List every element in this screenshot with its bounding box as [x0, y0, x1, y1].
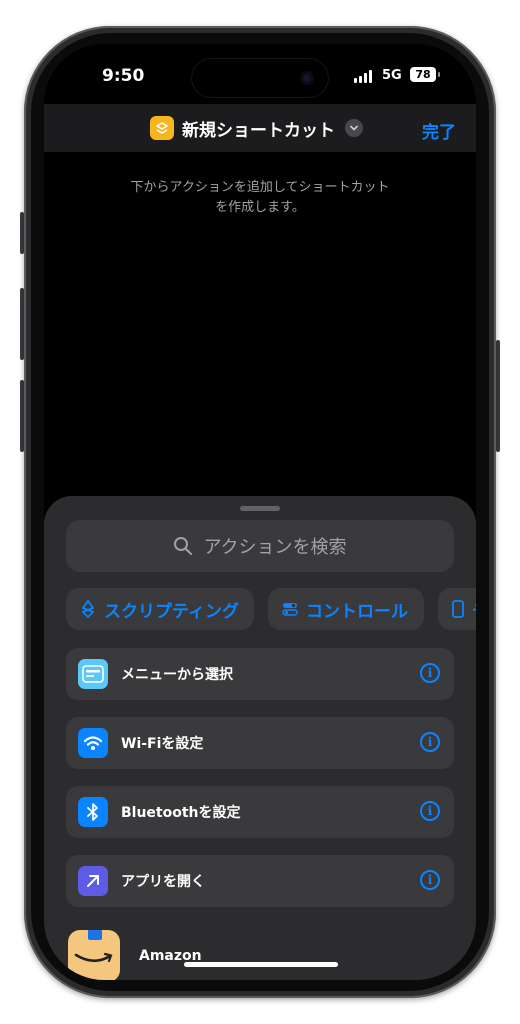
phone-device-icon	[452, 600, 464, 618]
battery-level: 78	[415, 68, 431, 81]
nav-bar: 新規ショートカット 完了	[44, 104, 476, 152]
page-title: 新規ショートカット	[182, 120, 335, 141]
info-icon[interactable]: i	[420, 663, 440, 683]
status-bar: 9:50 5G 78	[44, 44, 476, 104]
open-app-arrow-icon	[78, 866, 108, 896]
menu-list-icon	[78, 659, 108, 689]
hint-line-1: 下からアクションを追加してショートカット	[130, 180, 390, 195]
screen: 9:50 5G 78 新規ショートカット 完了 下からアクションを追加してショー…	[44, 44, 476, 980]
search-input[interactable]: アクションを検索	[66, 520, 454, 572]
action-label: アプリを開く	[121, 874, 205, 890]
sheet-grabber[interactable]	[240, 506, 280, 511]
search-placeholder: アクションを検索	[203, 537, 347, 558]
action-label: Wi-Fiを設定	[121, 736, 204, 752]
signal-icon	[354, 70, 376, 83]
home-indicator[interactable]	[184, 962, 338, 967]
search-icon	[174, 537, 193, 555]
camera-icon	[300, 71, 314, 85]
wifi-icon	[78, 728, 108, 758]
chevron-down-icon	[345, 119, 363, 137]
toggle-icon	[282, 603, 298, 616]
category-label: スクリプティング	[104, 601, 239, 622]
dynamic-island	[192, 59, 328, 97]
status-time: 9:50	[102, 66, 145, 86]
action-row-set-bluetooth[interactable]: Bluetoothを設定 i	[66, 786, 454, 838]
info-icon[interactable]: i	[420, 732, 440, 752]
action-row-choose-from-menu[interactable]: メニューから選択 i	[66, 648, 454, 700]
action-label: メニューから選択	[121, 667, 233, 683]
amazon-app-icon[interactable]	[68, 930, 120, 980]
power-button	[496, 340, 500, 452]
category-chips: スクリプティング コントロール デ	[66, 588, 476, 632]
bluetooth-icon	[78, 797, 108, 827]
category-controls[interactable]: コントロール	[268, 588, 424, 630]
category-device[interactable]: デ	[438, 588, 476, 630]
battery-cap	[438, 72, 440, 77]
action-label: Bluetoothを設定	[121, 805, 241, 821]
category-scripting[interactable]: スクリプティング	[66, 588, 254, 630]
hint-line-2: を作成します。	[215, 200, 305, 215]
done-button[interactable]: 完了	[422, 118, 456, 143]
info-icon[interactable]: i	[420, 870, 440, 890]
info-icon[interactable]: i	[420, 801, 440, 821]
battery-icon: 78	[410, 67, 436, 82]
category-label: コントロール	[306, 601, 408, 622]
category-label: デ	[472, 597, 476, 622]
shortcuts-stack-icon	[150, 116, 174, 140]
action-row-open-app[interactable]: アプリを開く i	[66, 855, 454, 907]
action-row-set-wifi[interactable]: Wi-Fiを設定 i	[66, 717, 454, 769]
action-sheet: アクションを検索 スクリプティング コントロール デ メニューから選択 i	[44, 496, 476, 980]
network-type: 5G	[382, 68, 402, 83]
empty-hint: 下からアクションを追加してショートカット を作成します。	[110, 178, 410, 218]
shortcut-title-menu[interactable]: 新規ショートカット	[150, 114, 363, 142]
scripting-icon	[82, 600, 94, 618]
